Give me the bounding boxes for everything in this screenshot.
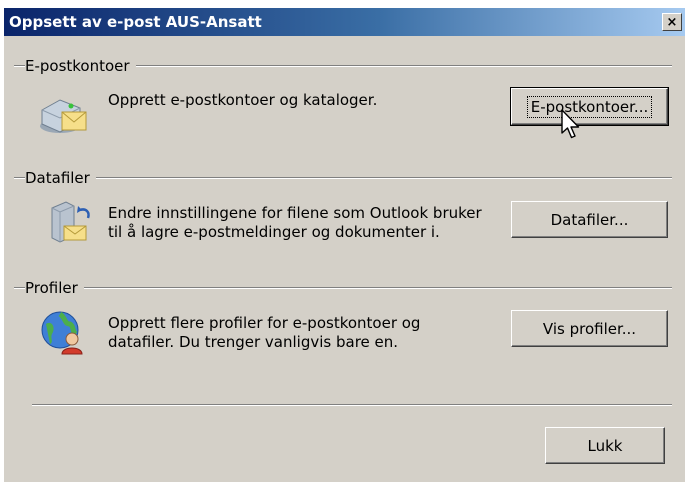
- button-label: Lukk: [587, 436, 623, 455]
- data-files-button[interactable]: Datafiler...: [511, 201, 668, 238]
- window-title: Oppsett av e-post AUS-Ansatt: [9, 13, 262, 31]
- close-button[interactable]: Lukk: [545, 427, 665, 464]
- view-profiles-button[interactable]: Vis profiler...: [511, 310, 668, 347]
- accounts-description: Opprett e-postkontoer og kataloger.: [108, 91, 377, 110]
- close-window-button[interactable]: ×: [662, 13, 682, 31]
- description-line: Endre innstillingene for filene som Outl…: [108, 204, 482, 222]
- button-label: Vis profiler...: [542, 319, 637, 338]
- section-heading-accounts: E-postkontoer: [25, 57, 136, 75]
- section-heading-profiles: Profiler: [25, 279, 84, 297]
- close-icon: ×: [666, 14, 678, 30]
- description-line: til å lagre e-postmeldinger og dokumente…: [108, 223, 440, 241]
- email-accounts-icon: [40, 99, 87, 133]
- section-divider-datafiles: [14, 177, 672, 179]
- email-accounts-button[interactable]: E-postkontoer...: [510, 87, 669, 126]
- footer-divider: [32, 404, 672, 406]
- description-line: Opprett flere profiler for e-postkontoer…: [108, 314, 421, 332]
- description-line: Opprett e-postkontoer og kataloger.: [108, 91, 378, 109]
- mail-setup-dialog: Oppsett av e-post AUS-Ansatt × E-postkon…: [4, 8, 685, 482]
- button-label: E-postkontoer...: [526, 95, 653, 118]
- datafiles-description: Endre innstillingene for filene som Outl…: [108, 204, 482, 242]
- profiles-icon: [41, 311, 83, 355]
- section-heading-datafiles: Datafiler: [25, 169, 96, 187]
- description-line: datafiler. Du trenger vanligvis bare en.: [108, 333, 399, 351]
- button-label: Datafiler...: [550, 210, 629, 229]
- title-bar[interactable]: Oppsett av e-post AUS-Ansatt ×: [4, 8, 685, 36]
- data-files-icon: [51, 201, 90, 243]
- profiles-description: Opprett flere profiler for e-postkontoer…: [108, 314, 420, 352]
- section-divider-profiles: [14, 287, 672, 289]
